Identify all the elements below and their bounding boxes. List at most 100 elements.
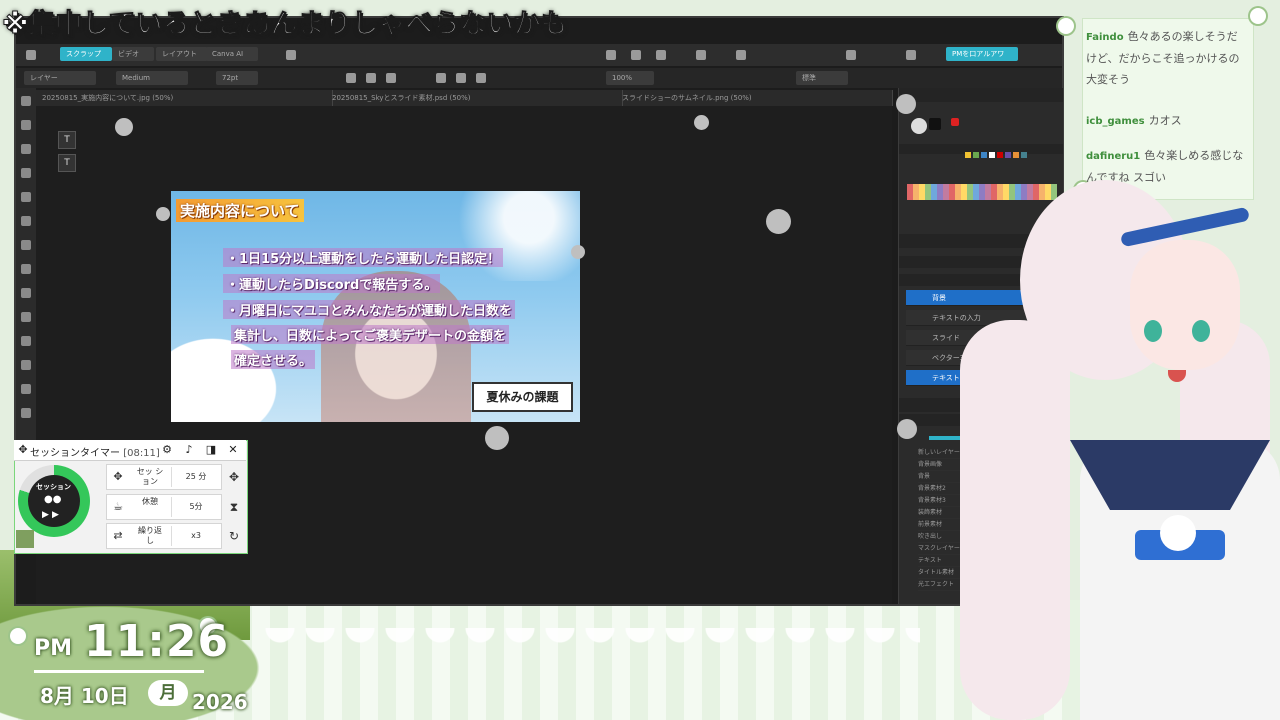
italic-icon[interactable] bbox=[366, 73, 376, 83]
clover-decoration bbox=[10, 628, 26, 644]
timer-row-repeat[interactable]: ⇄ 繰り返 し x3 bbox=[106, 523, 222, 549]
align-right-icon[interactable] bbox=[476, 73, 486, 83]
transform-icon[interactable] bbox=[846, 50, 856, 60]
document-tabs: 20250815_実施内容について.jpg (50%) 20250815_Sky… bbox=[36, 90, 893, 106]
eyedropper-tool-icon[interactable] bbox=[21, 192, 31, 202]
select-tool-icon[interactable] bbox=[21, 120, 31, 130]
vtuber-avatar bbox=[900, 170, 1280, 720]
text-tool-icon[interactable] bbox=[21, 336, 31, 346]
tab-document-3[interactable]: スライドショーのサムネイル.png (50%) bbox=[616, 90, 893, 106]
chat-message: icb_games カオス bbox=[1086, 110, 1248, 132]
gradient-tool-icon[interactable] bbox=[21, 408, 31, 418]
avatar-hair-left bbox=[960, 320, 1070, 720]
lace-scallop-decoration bbox=[260, 628, 920, 668]
palette-swatch[interactable] bbox=[981, 152, 987, 158]
clover-decoration bbox=[1250, 8, 1266, 24]
chat-username: icb_games bbox=[1086, 116, 1145, 127]
timer-play-controls[interactable]: ▶ ▶ bbox=[42, 510, 72, 520]
hand-tool-icon[interactable] bbox=[21, 360, 31, 370]
layer-name-field[interactable]: レイヤー bbox=[24, 71, 96, 85]
palette-swatch[interactable] bbox=[989, 152, 995, 158]
text-box-icon[interactable]: T bbox=[58, 154, 76, 172]
undo-icon[interactable] bbox=[286, 50, 296, 60]
clock-divider bbox=[34, 670, 204, 673]
clover-decoration bbox=[1058, 18, 1074, 34]
export-icon[interactable] bbox=[696, 50, 706, 60]
slide-line: ・1日15分以上運動をしたら運動した日認定！ bbox=[223, 248, 504, 267]
transform-handle[interactable] bbox=[485, 426, 509, 450]
theme-toggle-icon[interactable]: ◨ bbox=[204, 443, 218, 457]
hourglass-icon[interactable]: ⧗ bbox=[226, 499, 242, 515]
palette-swatch[interactable] bbox=[973, 152, 979, 158]
lasso-tool-icon[interactable] bbox=[21, 144, 31, 154]
blend-dropdown[interactable]: 標準 bbox=[796, 71, 848, 85]
frame-icon[interactable] bbox=[736, 50, 746, 60]
toolbar-button-scrap[interactable]: スクラップ bbox=[60, 47, 112, 61]
zoom-tool-icon[interactable] bbox=[21, 288, 31, 298]
session-icon: ✥ bbox=[113, 470, 123, 483]
toolbar-button-video[interactable]: ビデオ bbox=[112, 47, 154, 61]
move-handle-icon[interactable]: ✥ bbox=[16, 443, 30, 457]
text-vertical-icon[interactable]: T bbox=[58, 131, 76, 149]
music-note-icon[interactable]: ♪ bbox=[182, 443, 196, 457]
close-icon[interactable]: ✕ bbox=[226, 443, 240, 457]
palette-swatch[interactable] bbox=[1005, 152, 1011, 158]
transform-handle[interactable] bbox=[766, 209, 791, 234]
timer-row-label: 繰り返 し bbox=[138, 526, 162, 545]
color-picker-icon[interactable] bbox=[911, 118, 927, 134]
timer-row-break[interactable]: ☕ 休憩 5分 bbox=[106, 494, 222, 520]
align-center-icon[interactable] bbox=[456, 73, 466, 83]
palette-swatch[interactable] bbox=[965, 152, 971, 158]
accent-color-swatch[interactable] bbox=[951, 118, 959, 126]
slide-canvas-image[interactable]: 実施内容について ・1日15分以上運動をしたら運動した日認定！ ・運動したらDi… bbox=[171, 191, 580, 422]
crop-tool-icon[interactable] bbox=[21, 168, 31, 178]
timer-reset-icon[interactable]: ↻ bbox=[226, 528, 242, 544]
transform-handle[interactable] bbox=[115, 118, 133, 136]
transform-handle[interactable] bbox=[156, 207, 170, 221]
panel-tabs[interactable] bbox=[899, 88, 1063, 102]
timer-row-session[interactable]: ✥ セッ ション 25 分 bbox=[106, 464, 222, 490]
timer-row-label: 休憩 bbox=[142, 497, 158, 506]
grid-icon[interactable] bbox=[656, 50, 666, 60]
palette-swatch[interactable] bbox=[1021, 152, 1027, 158]
stream-headline: ※集中しているときあんまりしゃべらないかも bbox=[1, 9, 568, 41]
toolbar-button-layout[interactable]: レイアウト bbox=[156, 47, 208, 61]
timer-row-value[interactable]: x3 bbox=[171, 526, 220, 546]
settings-icon[interactable] bbox=[906, 50, 916, 60]
settings-icon[interactable]: ⚙ bbox=[160, 443, 174, 457]
toolbar-button-canva-ai[interactable]: Canva AI bbox=[206, 47, 258, 61]
tab-document-1[interactable]: 20250815_実施内容について.jpg (50%) bbox=[36, 90, 333, 106]
font-size-field[interactable]: 72pt bbox=[216, 71, 258, 85]
expand-icon[interactable]: ✥ bbox=[226, 469, 242, 485]
shape-tool-icon[interactable] bbox=[21, 312, 31, 322]
palette-swatch[interactable] bbox=[997, 152, 1003, 158]
font-dropdown[interactable]: Medium bbox=[116, 71, 188, 85]
slide-line: 確定させる。 bbox=[231, 350, 316, 369]
align-left-icon[interactable] bbox=[436, 73, 446, 83]
crop-icon[interactable] bbox=[631, 50, 641, 60]
avatar-eye-left bbox=[1144, 320, 1162, 342]
brush-tool-icon[interactable] bbox=[21, 216, 31, 226]
clock-time: 11:26 bbox=[84, 616, 230, 667]
tab-document-2[interactable]: 20250815_Skyとスライド素材.psd (50%) bbox=[326, 90, 623, 106]
home-icon[interactable] bbox=[26, 50, 36, 60]
move-tool-icon[interactable] bbox=[21, 96, 31, 106]
transform-handle[interactable] bbox=[694, 115, 709, 130]
right-action-button[interactable]: PMを口アルアワ bbox=[946, 47, 1018, 61]
bold-icon[interactable] bbox=[346, 73, 356, 83]
transform-handle[interactable] bbox=[571, 245, 585, 259]
fill-tool-icon[interactable] bbox=[21, 264, 31, 274]
slide-badge: 夏休みの課題 bbox=[472, 382, 573, 412]
slide-line: 集計し、日数によってご褒美デザートの金額を bbox=[231, 325, 509, 344]
foreground-color-swatch[interactable] bbox=[929, 118, 941, 130]
palette-swatch[interactable] bbox=[1013, 152, 1019, 158]
timer-row-value[interactable]: 25 分 bbox=[171, 467, 220, 487]
timer-row-value[interactable]: 5分 bbox=[171, 497, 220, 517]
share-icon[interactable] bbox=[606, 50, 616, 60]
chat-text: カオス bbox=[1148, 114, 1182, 127]
opacity-field[interactable]: 100% bbox=[606, 71, 654, 85]
pen-tool-icon[interactable] bbox=[21, 384, 31, 394]
transform-handle[interactable] bbox=[896, 94, 916, 114]
eraser-tool-icon[interactable] bbox=[21, 240, 31, 250]
underline-icon[interactable] bbox=[386, 73, 396, 83]
